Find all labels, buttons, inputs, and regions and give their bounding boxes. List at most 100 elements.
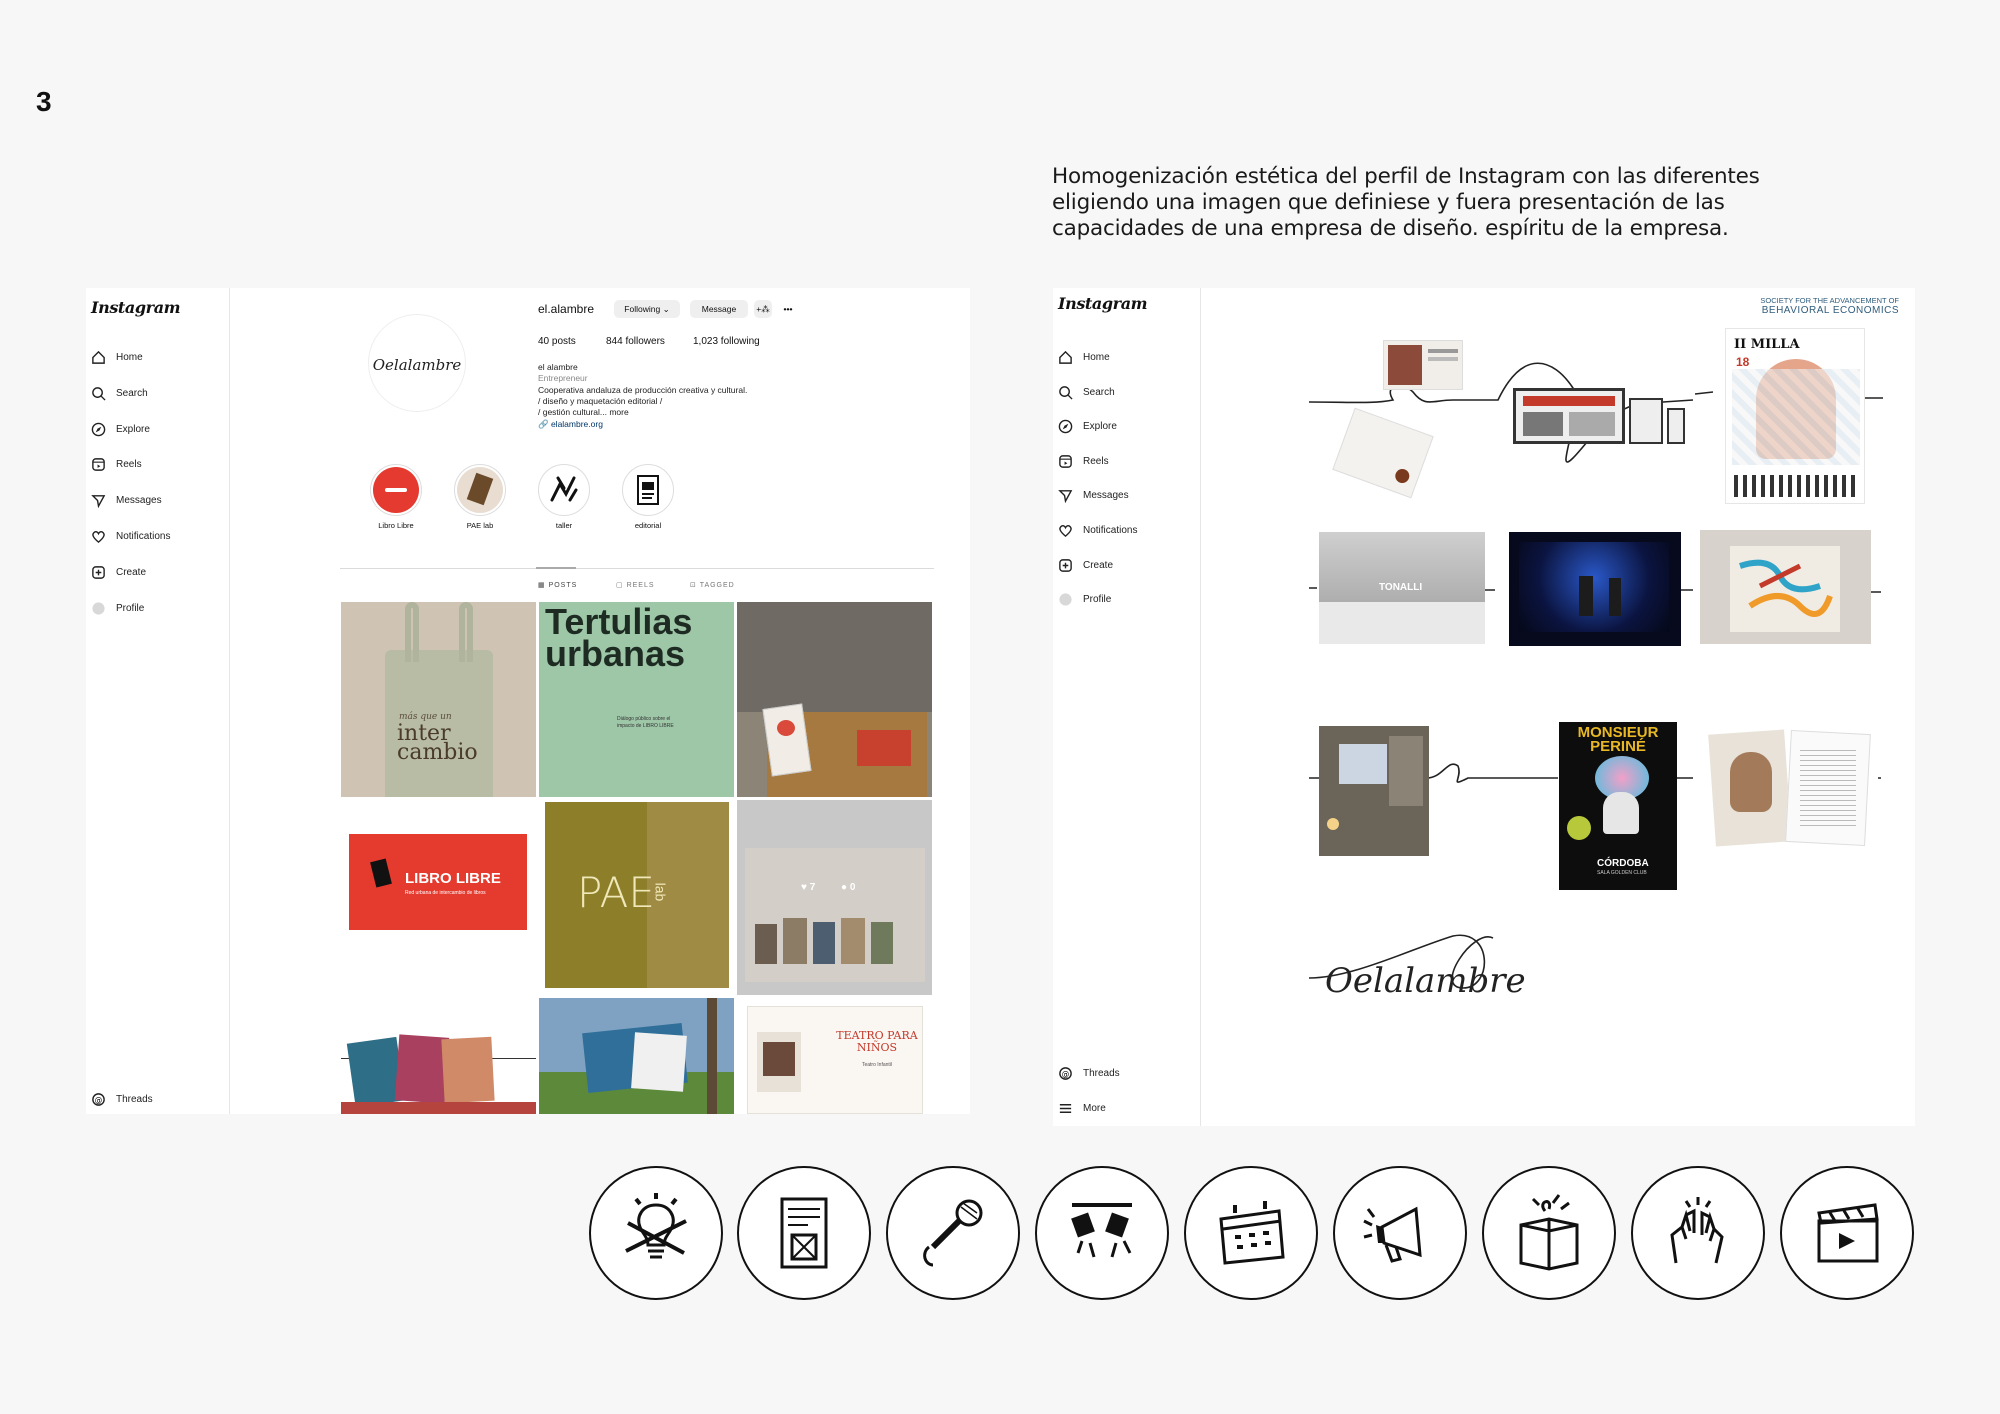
highlight-cover — [622, 464, 674, 516]
nav-search[interactable]: Search — [91, 386, 148, 401]
profile-category: Entrepreneur — [538, 373, 588, 383]
editorial-document-icon[interactable] — [737, 1166, 871, 1300]
feed-tile-monsieur-perine[interactable]: MONSIEUR PERINÉ CÓRDOBA SALA GOLDEN CLUB — [1559, 722, 1677, 890]
nav-label: Home — [116, 352, 143, 363]
tonalli-title: TONALLI — [1379, 582, 1423, 593]
milla-title: II MILLA — [1734, 337, 1800, 352]
highlight-libro-libre[interactable]: Libro Libre — [366, 464, 426, 530]
feed-tile-brochure[interactable] — [1383, 340, 1463, 390]
raised-hands-icon[interactable] — [1631, 1166, 1765, 1300]
nav-label: Messages — [116, 495, 162, 507]
tab-posts[interactable]: ▦ POSTS — [538, 581, 577, 589]
highlight-cover — [538, 464, 590, 516]
nav-label: Create — [116, 566, 147, 578]
signature-text: Oelalambre — [1325, 961, 1526, 1001]
bio-line: Cooperativa andaluza de producción creat… — [538, 385, 748, 395]
nav-threads[interactable]: @ Threads — [91, 1092, 153, 1107]
highlight-label: editorial — [634, 521, 662, 530]
clapperboard-icon[interactable] — [1780, 1166, 1914, 1300]
reels-icon — [91, 457, 106, 472]
nav-label: Explore — [116, 423, 150, 435]
libro-libre-subtitle: Red urbana de intercambio de libros — [405, 890, 486, 896]
highlight-editorial[interactable]: editorial — [618, 464, 678, 530]
bag-text-main: inter cambio — [397, 721, 478, 765]
send-icon — [91, 493, 106, 509]
following-count[interactable]: 1,023 following — [693, 336, 760, 347]
highlight-taller[interactable]: taller — [534, 464, 594, 530]
post-tile-teatro[interactable]: TEATRO PARA NIÑOS Teatro Infantil — [737, 998, 932, 1114]
description-text: Homogenización estética del perfil de In… — [1052, 164, 1760, 241]
teatro-title: TEATRO PARA NIÑOS — [836, 1029, 918, 1054]
nav-explore[interactable]: Explore — [91, 422, 150, 437]
nav-label: Search — [116, 387, 148, 399]
instagram-logo[interactable]: Instagram — [91, 298, 181, 317]
megaphone-icon[interactable] — [1333, 1166, 1467, 1300]
link-icon: 🔗 — [538, 419, 551, 429]
add-user-button[interactable]: +⁂ — [754, 300, 772, 318]
feed-tile-concert[interactable] — [1509, 532, 1681, 646]
nav-label: Notifications — [116, 531, 171, 542]
libro-libre-title: LIBRO LIBRE — [405, 870, 501, 887]
pae-title: PAE — [577, 868, 655, 917]
feed-tile-tonalli[interactable]: TONALLI — [1319, 532, 1485, 644]
compass-icon — [91, 422, 106, 437]
heart-icon — [91, 529, 106, 544]
likes-count: ♥ 7 — [801, 882, 816, 893]
post-tile-bag[interactable]: más que un inter cambio — [341, 602, 536, 797]
nav-label: Threads — [116, 1094, 153, 1105]
highlight-pae-lab[interactable]: PAE lab — [450, 464, 510, 530]
teatro-subtitle: Teatro Infantil — [861, 1062, 893, 1068]
profile-name: el alambre — [538, 362, 578, 372]
nav-reels[interactable]: Reels — [91, 457, 142, 472]
post-tile-libro-libre[interactable]: LIBRO LIBRE Red urbana de intercambio de… — [341, 800, 536, 995]
search-icon — [91, 386, 106, 401]
following-button[interactable]: Following ⌄ — [614, 300, 680, 318]
nav-label: Profile — [116, 602, 145, 614]
post-tile-pae-lab[interactable]: PAE lab — [539, 800, 734, 995]
highlight-label: taller — [555, 521, 573, 530]
gift-box-icon[interactable] — [1482, 1166, 1616, 1300]
avatar-signature: Oelalambre — [373, 356, 462, 374]
calendar-icon[interactable] — [1184, 1166, 1318, 1300]
highlight-label: Libro Libre — [378, 521, 414, 530]
nav-messages[interactable]: Messages — [91, 493, 162, 509]
followers-count[interactable]: 844 followers — [606, 336, 665, 347]
nav-home[interactable]: Home — [91, 350, 143, 365]
active-tab-indicator — [536, 567, 576, 569]
highlight-label: PAE lab — [466, 521, 494, 530]
stage-lights-icon[interactable] — [1035, 1166, 1169, 1300]
profile-link[interactable]: 🔗 elalambre.org — [538, 419, 603, 430]
page-number: 3 — [36, 86, 52, 117]
plus-square-icon — [91, 565, 106, 580]
nav-label: Reels — [116, 459, 142, 471]
feed-tile-devices[interactable] — [1505, 384, 1693, 452]
milla-date: 18 — [1736, 355, 1750, 369]
instagram-sidebar: Instagram Home Search Explore Reels Messages… — [86, 288, 230, 1114]
post-tile-books[interactable] — [737, 602, 932, 797]
nav-create[interactable]: Create — [91, 565, 146, 580]
feed-tile-milla-poster[interactable]: II MILLA 18 — [1725, 328, 1865, 504]
threads-icon: @ — [91, 1092, 106, 1107]
nav-notifications[interactable]: Notifications — [91, 529, 170, 544]
highlight-cover — [370, 464, 422, 516]
post-tile-tertulias[interactable]: Tertulias urbanas Diálogo público sobre … — [539, 602, 734, 797]
microphone-icon[interactable] — [886, 1166, 1020, 1300]
feed-tile-maps[interactable] — [1700, 530, 1871, 644]
profile-avatar-icon — [91, 601, 106, 616]
nav-profile[interactable]: Profile — [91, 601, 144, 616]
feed-tile-magazine[interactable] — [1708, 726, 1878, 850]
tab-tagged[interactable]: ⊡ TAGGED — [690, 581, 735, 589]
more-options-button[interactable]: ••• — [778, 300, 798, 318]
post-tile-reading[interactable] — [539, 998, 734, 1114]
feed-tile-projection[interactable] — [1319, 726, 1429, 856]
post-tile-cards[interactable] — [341, 998, 536, 1114]
instagram-profile-screenshot: Instagram Home Search Explore Reels Messages… — [86, 288, 970, 1114]
society-header: SOCIETY FOR THE ADVANCEMENT OF BEHAVIORA… — [1760, 296, 1899, 316]
tab-reels[interactable]: ▢ REELS — [616, 581, 655, 589]
message-button[interactable]: Message — [690, 300, 748, 318]
profile-avatar[interactable]: Oelalambre — [368, 314, 466, 412]
profile-username: el.alambre — [538, 302, 595, 316]
bio-line[interactable]: / gestión cultural... more — [538, 407, 629, 418]
idea-lightbulb-icon[interactable] — [589, 1166, 723, 1300]
post-tile-boxes[interactable]: ♥ 7 ● 0 — [737, 800, 932, 995]
